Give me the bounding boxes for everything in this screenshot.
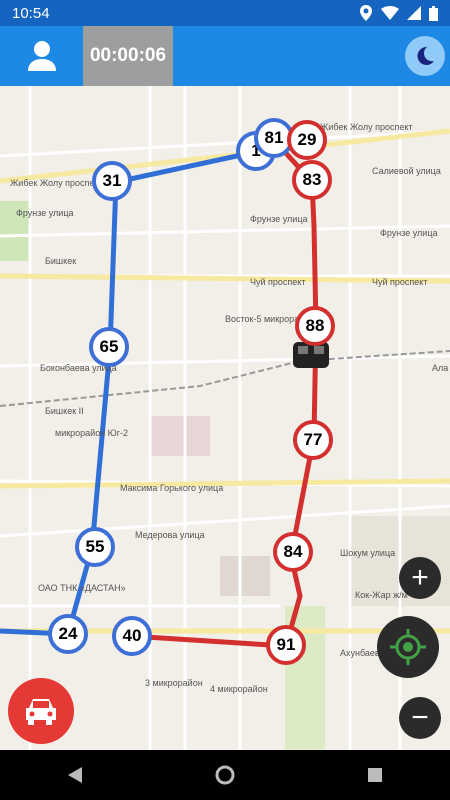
stop-number: 88	[305, 316, 325, 335]
zoom-in-button[interactable]: +	[399, 557, 441, 599]
location-icon	[360, 5, 372, 21]
stop-number: 40	[122, 626, 142, 645]
poi-label-dastan: ОАО ТНК «ДАСТАН»	[38, 583, 126, 593]
stop-number: 31	[102, 171, 122, 190]
stop-number: 77	[303, 430, 323, 449]
wifi-icon	[381, 6, 399, 20]
district-label-kok-jar: Кок-Жар ж/м	[355, 590, 408, 600]
stop-number: 81	[264, 128, 284, 147]
night-mode-button[interactable]	[405, 36, 445, 76]
moon-icon	[417, 46, 434, 65]
signal-icon	[407, 6, 421, 20]
stop-number: 65	[99, 337, 119, 356]
stop-marker[interactable]: 88	[295, 306, 335, 346]
stop-marker[interactable]: 65	[89, 327, 129, 367]
trip-timer: 00:00:06	[83, 26, 173, 86]
street-label-frunze-2: Фрунзе улица	[250, 214, 308, 224]
car-button[interactable]	[8, 678, 74, 744]
street-label-jibek: Жибек Жолу проспект	[10, 178, 103, 188]
station-label-bishkek2: Бишкек II	[45, 406, 84, 416]
district-label-mikr3: 3 микрорайон	[145, 678, 203, 688]
user-button[interactable]	[22, 40, 62, 72]
recents-button[interactable]	[360, 760, 390, 790]
stop-number: 29	[297, 130, 317, 149]
stop-marker[interactable]: 31	[92, 161, 132, 201]
status-bar: 10:54	[0, 0, 450, 26]
stop-marker[interactable]: 91	[266, 625, 306, 665]
stop-number: 91	[276, 635, 296, 654]
district-label-mikr4: 4 микрорайон	[210, 684, 268, 694]
recents-icon	[368, 768, 382, 782]
system-nav-bar	[0, 750, 450, 800]
stop-number: 24	[58, 624, 78, 643]
stop-number: 84	[283, 542, 303, 561]
zoom-out-button[interactable]: −	[399, 697, 441, 739]
status-icons	[359, 5, 438, 21]
vehicle-marker-icon	[293, 342, 329, 368]
home-icon	[215, 765, 235, 785]
stop-marker[interactable]: 24	[48, 614, 88, 654]
crosshair-icon	[390, 629, 426, 665]
stop-marker[interactable]: 55	[75, 527, 115, 567]
street-label-frunze: Фрунзе улица	[16, 208, 74, 218]
stop-marker[interactable]: 40	[112, 616, 152, 656]
status-time: 10:54	[12, 4, 50, 22]
battery-icon	[429, 5, 438, 21]
district-label-yug2: микрорайон Юг-2	[55, 428, 128, 438]
stop-marker[interactable]: 83	[292, 160, 332, 200]
street-label-chuy: Чуй проспект	[250, 277, 305, 287]
stop-number: 55	[85, 537, 105, 556]
city-label-bishkek: Бишкек	[45, 256, 76, 266]
app-bar	[0, 26, 450, 86]
street-label-maksim: Максима Горького улица	[120, 483, 223, 493]
back-button[interactable]	[60, 760, 90, 790]
home-button[interactable]	[210, 760, 240, 790]
user-icon	[28, 41, 56, 71]
street-label-saliev: Салиевой улица	[372, 166, 441, 176]
stop-marker[interactable]: 84	[273, 532, 313, 572]
street-label-chuy-2: Чуй проспект	[372, 277, 427, 287]
street-label-shukum: Шокум улица	[340, 548, 395, 558]
street-label-mederov: Медерова улица	[135, 530, 205, 540]
stop-number: 83	[302, 170, 322, 189]
car-icon	[26, 699, 56, 725]
back-icon	[68, 767, 82, 783]
street-label-jibek-2: Жибек Жолу проспект	[320, 122, 413, 132]
district-label-alamedin: Ала	[432, 363, 448, 373]
street-label-frunze-3: Фрунзе улица	[380, 228, 438, 238]
stop-marker[interactable]: 29	[287, 120, 327, 160]
locate-button[interactable]	[377, 616, 439, 678]
stop-marker[interactable]: 77	[293, 420, 333, 460]
